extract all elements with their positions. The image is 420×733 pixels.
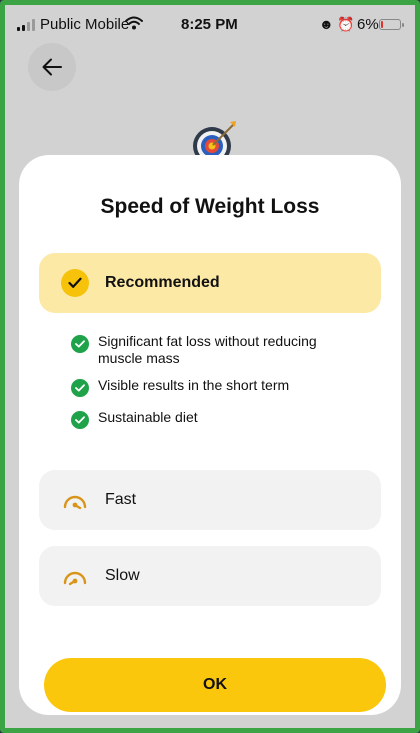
face-icon: ☻	[319, 16, 334, 32]
carrier-name: Public Mobile	[40, 16, 130, 33]
signal-icon	[17, 19, 35, 31]
status-bar: Public Mobile 8:25 PM ☻ ⏰ 6%	[5, 13, 415, 37]
speed-gauge-fast-icon	[61, 486, 89, 514]
status-time: 8:25 PM	[181, 16, 238, 33]
option-recommended-label: Recommended	[105, 274, 220, 291]
alarm-icon: ⏰	[337, 16, 355, 32]
benefit-text: Significant fat loss without reducing mu…	[98, 333, 317, 366]
check-circle-icon	[61, 269, 89, 297]
benefit-text: Sustainable diet	[98, 409, 198, 425]
option-slow[interactable]: Slow	[39, 546, 381, 606]
back-button[interactable]	[28, 43, 76, 91]
benefit-text: Visible results in the short term	[98, 377, 290, 393]
checkmark-icon	[71, 411, 89, 429]
ok-button[interactable]: OK	[44, 658, 386, 712]
arrow-left-icon	[42, 58, 62, 76]
benefit-item: Visible results in the short term	[71, 377, 348, 397]
option-recommended[interactable]: Recommended	[39, 253, 381, 313]
checkmark-icon	[71, 379, 89, 397]
sheet-title: Speed of Weight Loss	[100, 195, 320, 218]
option-slow-label: Slow	[105, 567, 140, 584]
speed-selection-sheet: Speed of Weight Loss Recommended Signifi…	[19, 155, 401, 715]
benefit-item: Sustainable diet	[71, 409, 348, 429]
benefit-item: Significant fat loss without reducing mu…	[71, 333, 348, 367]
speed-gauge-slow-icon	[61, 562, 89, 590]
phone-frame: Public Mobile 8:25 PM ☻ ⏰ 6% Speed of We…	[0, 0, 420, 733]
battery-percent: 6%	[357, 16, 379, 33]
battery-icon	[379, 19, 404, 30]
option-fast-label: Fast	[105, 491, 137, 508]
option-fast[interactable]: Fast	[39, 470, 381, 530]
checkmark-icon	[71, 335, 89, 353]
wifi-icon	[125, 16, 143, 34]
